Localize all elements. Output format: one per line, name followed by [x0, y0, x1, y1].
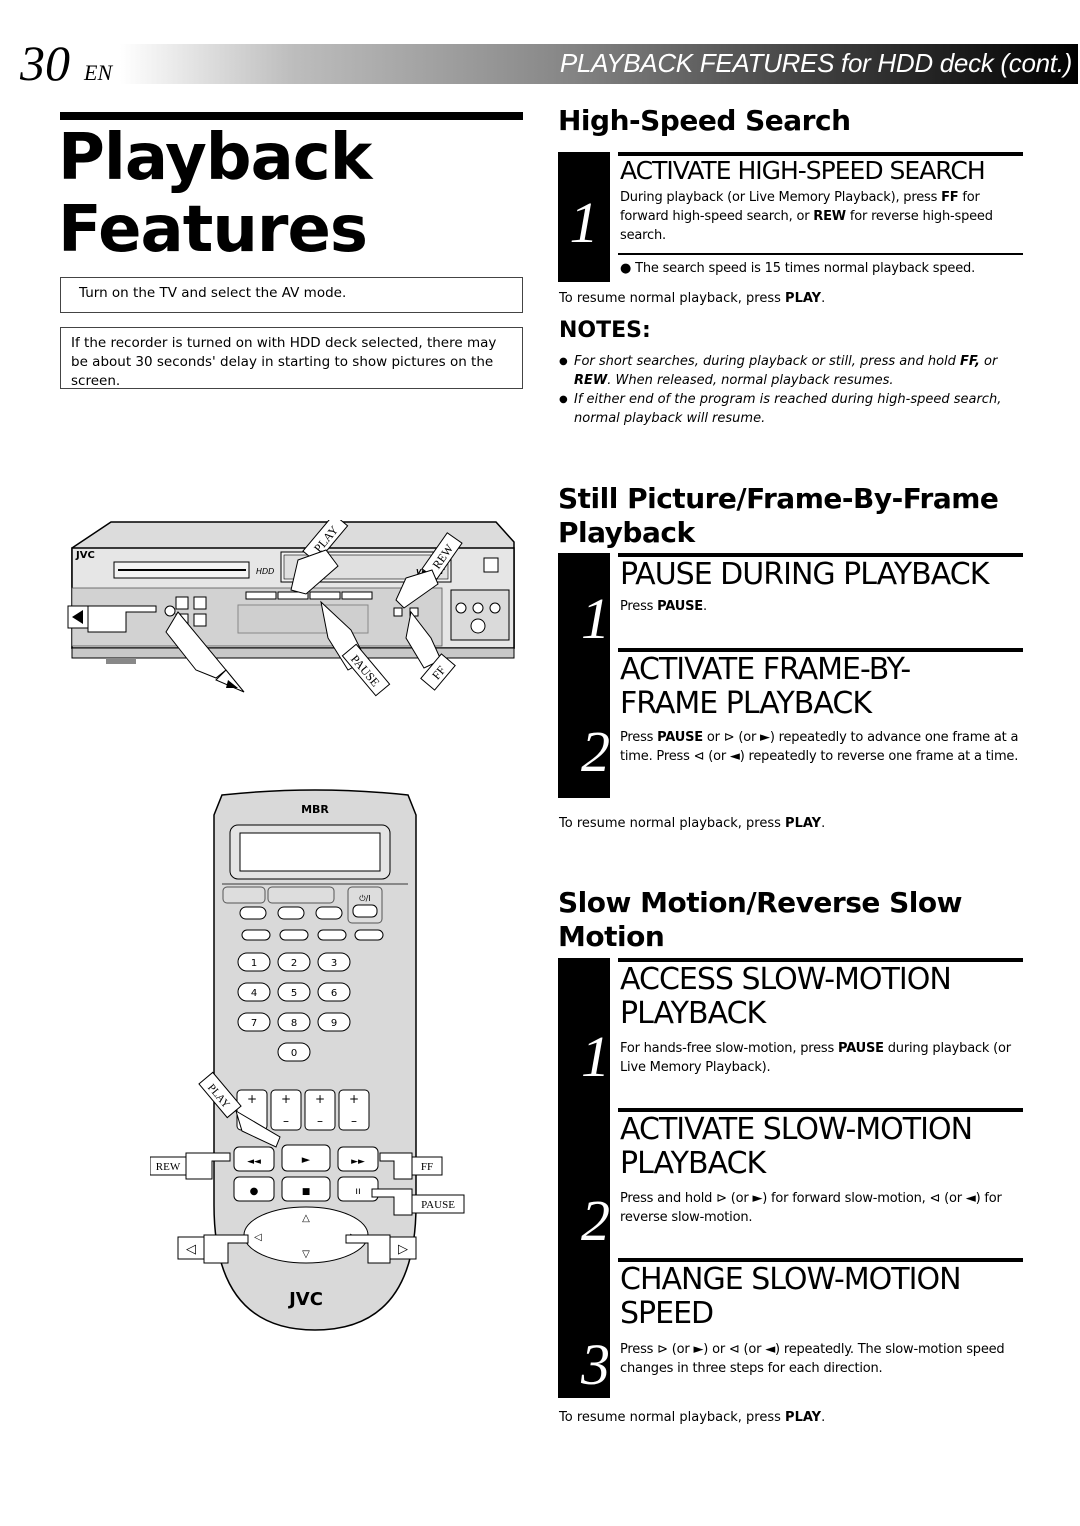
resume-note: To resume normal playback, press PLAY.	[559, 1410, 826, 1425]
rew-icon: ◄◄	[247, 1157, 261, 1167]
step-divider	[618, 253, 1023, 255]
remote-pause-label: PAUSE	[421, 1199, 455, 1211]
remote-lcd-display	[239, 832, 381, 872]
keypad-key-label: 3	[331, 958, 337, 969]
resume-note: To resume normal playback, press PLAY.	[559, 291, 826, 306]
keypad-key-label: 0	[291, 1048, 297, 1059]
section-banner: PLAYBACK FEATURES for HDD deck (cont.)	[120, 44, 1078, 84]
step-heading: ACTIVATE HIGH-SPEED SEARCH	[620, 156, 986, 185]
keypad-key-label: 5	[291, 988, 297, 999]
play-icon: ►	[302, 1153, 311, 1166]
stop-icon: ■	[302, 1187, 311, 1197]
delay-notice-box: If the recorder is turned on with HDD de…	[60, 327, 523, 389]
page-title-line2: Features	[58, 193, 368, 267]
step-heading: ACCESS SLOW-MOTION PLAYBACK	[620, 962, 952, 1031]
step-number: 1	[581, 1024, 610, 1089]
step-heading: CHANGE SLOW-MOTION SPEED	[620, 1262, 962, 1331]
step-bullet: ● The search speed is 15 times normal pl…	[620, 261, 976, 276]
notes-title: NOTES:	[559, 318, 651, 343]
svg-text:+: +	[315, 1092, 325, 1106]
svg-text:+: +	[349, 1092, 359, 1106]
tv-instruction-box: Turn on the TV and select the AV mode.	[60, 277, 523, 313]
right-triangle-icon: ▷	[398, 1242, 408, 1257]
svg-text:–: –	[283, 1114, 289, 1128]
section-title: PLAYBACK FEATURES for HDD deck (cont.)	[559, 48, 1072, 78]
ff-icon: ►►	[351, 1157, 365, 1167]
svg-text:+: +	[281, 1092, 291, 1106]
step-heading: ACTIVATE SLOW-MOTION PLAYBACK	[620, 1112, 973, 1181]
left-arrow-icon: ◁	[254, 1232, 262, 1243]
keypad-key-label: 8	[291, 1018, 297, 1029]
vcr-front-panel-illustration: JVC HDD VHS ET PLAY REW PAUSE FF	[67, 520, 515, 697]
remote-ff-label: FF	[421, 1161, 433, 1173]
vcr-brand: JVC	[75, 550, 95, 561]
page-title-line1: Playback	[58, 121, 372, 195]
keypad-key-label: 2	[291, 958, 297, 969]
power-label: ⏻/I	[359, 894, 370, 903]
power-button[interactable]	[352, 904, 378, 918]
resume-note: To resume normal playback, press PLAY.	[559, 816, 826, 831]
left-triangle-icon: ◁	[186, 1242, 196, 1257]
remote-rew-label: REW	[156, 1161, 181, 1173]
step-description: Press ⊳ (or ►) or ⊲ (or ◄) repeatedly. T…	[620, 1342, 1005, 1376]
vcr-hdd-label: HDD	[256, 567, 274, 576]
keypad-key-label: 9	[331, 1018, 337, 1029]
step-number: 3	[581, 1332, 610, 1397]
step-number-column: 1 2	[558, 553, 610, 798]
step-heading: PAUSE DURING PLAYBACK	[620, 557, 989, 592]
still-picture-title: Still Picture/Frame-By-Frame Playback	[558, 482, 999, 549]
step-description: During playback (or Live Memory Playback…	[620, 190, 993, 243]
language-code: EN	[84, 60, 113, 85]
keypad-key-label: 7	[251, 1018, 257, 1029]
note-item: For short searches, during playback or s…	[559, 352, 1029, 390]
page-title: Playback Features	[58, 121, 372, 267]
step-description: Press PAUSE.	[620, 599, 707, 614]
keypad-key-label: 6	[331, 988, 337, 999]
step-number-column: 1 2 3	[558, 958, 610, 1398]
pause-icon: ıı	[355, 1186, 361, 1197]
keypad-key-label: 1	[251, 958, 257, 969]
notes-list: For short searches, during playback or s…	[559, 352, 1029, 428]
step-heading: ACTIVATE FRAME-BY- FRAME PLAYBACK	[620, 652, 911, 721]
step-description: For hands-free slow-motion, press PAUSE …	[620, 1041, 1011, 1075]
step-number: 2	[581, 1188, 610, 1253]
step-number: 1	[558, 152, 610, 282]
slow-motion-title: Slow Motion/Reverse Slow Motion	[558, 886, 962, 953]
svg-text:–: –	[351, 1114, 357, 1128]
remote-control-illustration: MBR ⏻/I 1234567890 +– +– +– +– ◄◄ ► ►► ●…	[150, 789, 465, 1331]
high-speed-search-title: High-Speed Search	[558, 104, 851, 137]
remote-brand-bottom: JVC	[287, 1289, 323, 1310]
down-arrow-icon: ▽	[302, 1249, 310, 1260]
step-description: Press PAUSE or ⊳ (or ►) repeatedly to ad…	[620, 730, 1019, 764]
svg-text:–: –	[317, 1114, 323, 1128]
page-header: 30 EN PLAYBACK FEATURES for HDD deck (co…	[20, 38, 1078, 88]
up-arrow-icon: △	[302, 1213, 310, 1224]
note-item: If either end of the program is reached …	[559, 390, 1029, 428]
step-description: Press and hold ⊳ (or ►) for forward slow…	[620, 1191, 1002, 1225]
record-icon: ●	[250, 1186, 259, 1197]
keypad-key-label: 4	[251, 988, 257, 999]
title-rule	[60, 112, 523, 120]
page-number: 30	[20, 35, 70, 91]
remote-brand-top: MBR	[301, 803, 329, 816]
svg-text:+: +	[247, 1092, 257, 1106]
step-number: 2	[581, 718, 610, 784]
step-number: 1	[581, 586, 610, 652]
